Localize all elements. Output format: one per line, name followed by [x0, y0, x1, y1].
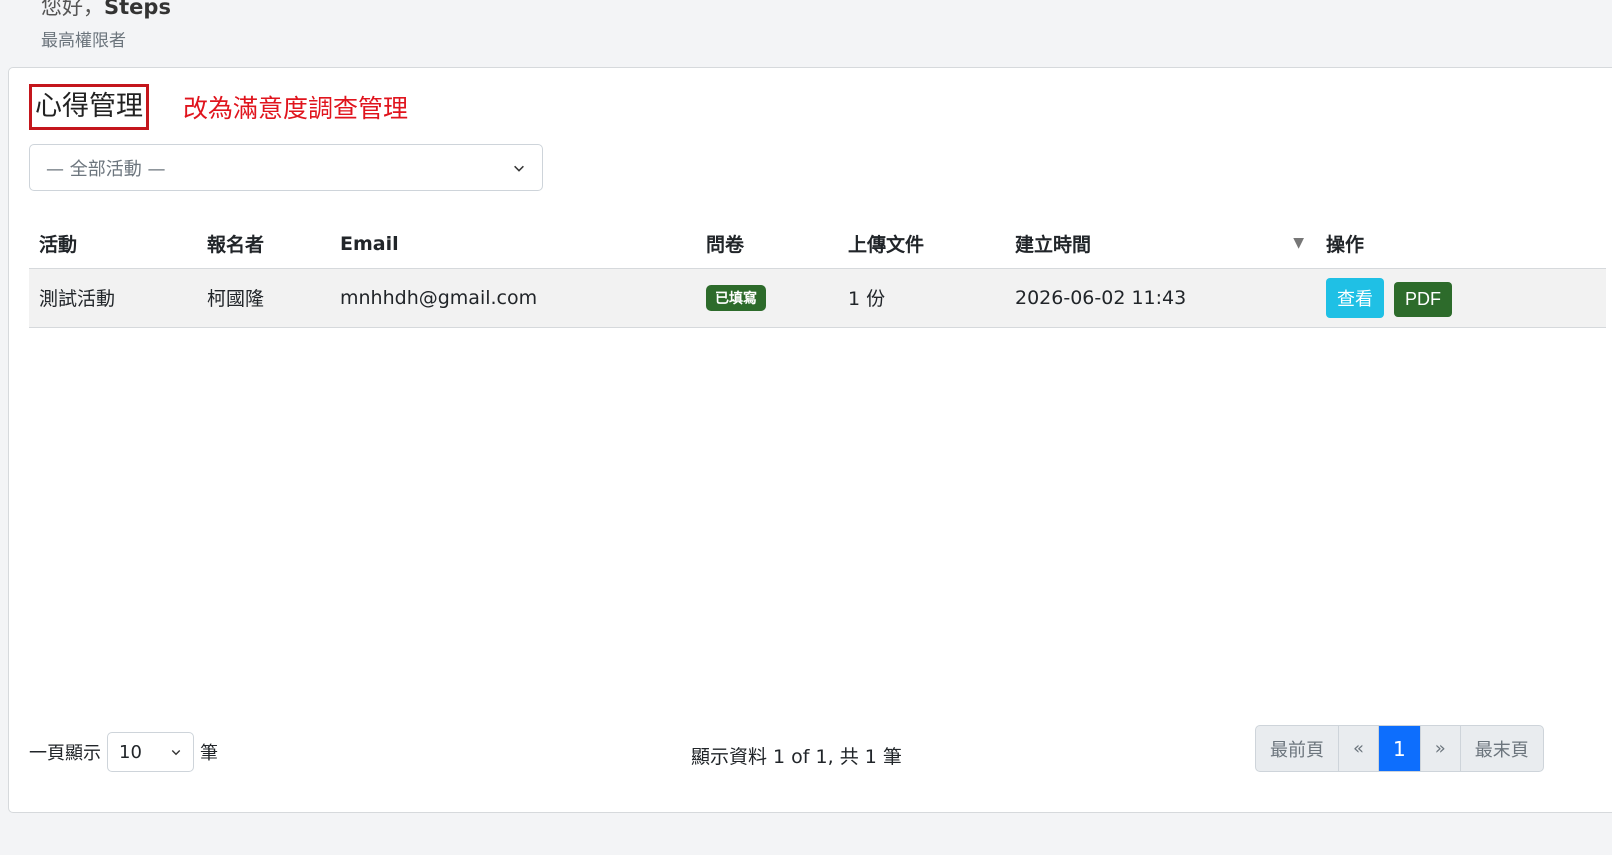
pagination-info: 顯示資料 1 of 1, 共 1 筆	[691, 746, 902, 768]
greeting: 您好，Steps	[41, 0, 171, 22]
header-questionnaire[interactable]: 問卷	[696, 220, 838, 269]
user-role: 最高權限者	[41, 31, 126, 51]
table-header-row: 活動 報名者 Email 問卷 上傳文件 建立時間 ▼ 操作	[29, 220, 1606, 269]
page-title: 心得管理	[29, 84, 149, 130]
chevron-down-icon	[514, 165, 524, 172]
status-badge: 已填寫	[706, 284, 766, 311]
header: 您好，Steps 最高權限者	[41, 0, 171, 51]
pager-first[interactable]: 最前頁	[1256, 726, 1339, 771]
cell-registrant: 柯國隆	[197, 268, 330, 328]
cell-questionnaire: 已填寫	[696, 268, 838, 328]
annotation-note: 改為滿意度調查管理	[183, 94, 409, 123]
header-actions: 操作	[1316, 220, 1606, 269]
header-uploads[interactable]: 上傳文件	[838, 220, 1005, 269]
header-created[interactable]: 建立時間 ▼	[1005, 220, 1316, 269]
header-activity[interactable]: 活動	[29, 220, 197, 269]
activity-filter-value: — 全部活動 —	[46, 158, 166, 180]
pager-last[interactable]: 最末頁	[1461, 726, 1543, 771]
pagination: 最前頁 « 1 » 最末頁	[1255, 725, 1544, 772]
main-card: 心得管理 改為滿意度調查管理 — 全部活動 — 活動 報名者 Email 問卷 …	[8, 67, 1612, 813]
page-size-control: 一頁顯示 10 筆	[29, 732, 218, 772]
table-row: 測試活動 柯國隆 mnhhdh@gmail.com 已填寫 1 份 2026-0…	[29, 268, 1606, 328]
sort-desc-icon[interactable]: ▼	[1293, 236, 1304, 250]
user-name: Steps	[104, 0, 171, 19]
cell-activity: 測試活動	[29, 268, 197, 328]
per-page-suffix: 筆	[200, 743, 218, 764]
page-size-select[interactable]: 10	[107, 732, 194, 772]
records-table: 活動 報名者 Email 問卷 上傳文件 建立時間 ▼ 操作 測試活動 柯國隆 m…	[29, 220, 1606, 328]
pager-prev[interactable]: «	[1339, 726, 1380, 771]
header-created-label: 建立時間	[1015, 234, 1092, 257]
page-size-value: 10	[119, 741, 142, 763]
cell-actions: 查看 PDF	[1316, 268, 1606, 328]
header-email[interactable]: Email	[330, 220, 696, 269]
chevron-down-icon	[171, 750, 181, 756]
pager-next[interactable]: »	[1421, 726, 1461, 771]
title-row: 心得管理 改為滿意度調查管理	[29, 84, 408, 130]
pager-current-page[interactable]: 1	[1379, 726, 1421, 771]
pdf-button[interactable]: PDF	[1394, 281, 1452, 317]
header-registrant[interactable]: 報名者	[197, 220, 330, 269]
cell-uploads: 1 份	[838, 268, 1005, 328]
cell-email: mnhhdh@gmail.com	[330, 268, 696, 328]
activity-filter-select[interactable]: — 全部活動 —	[29, 144, 543, 191]
cell-created: 2026-06-02 11:43	[1005, 268, 1316, 328]
view-button[interactable]: 查看	[1326, 277, 1384, 318]
per-page-prefix: 一頁顯示	[29, 743, 101, 764]
greeting-prefix: 您好，	[41, 0, 104, 19]
